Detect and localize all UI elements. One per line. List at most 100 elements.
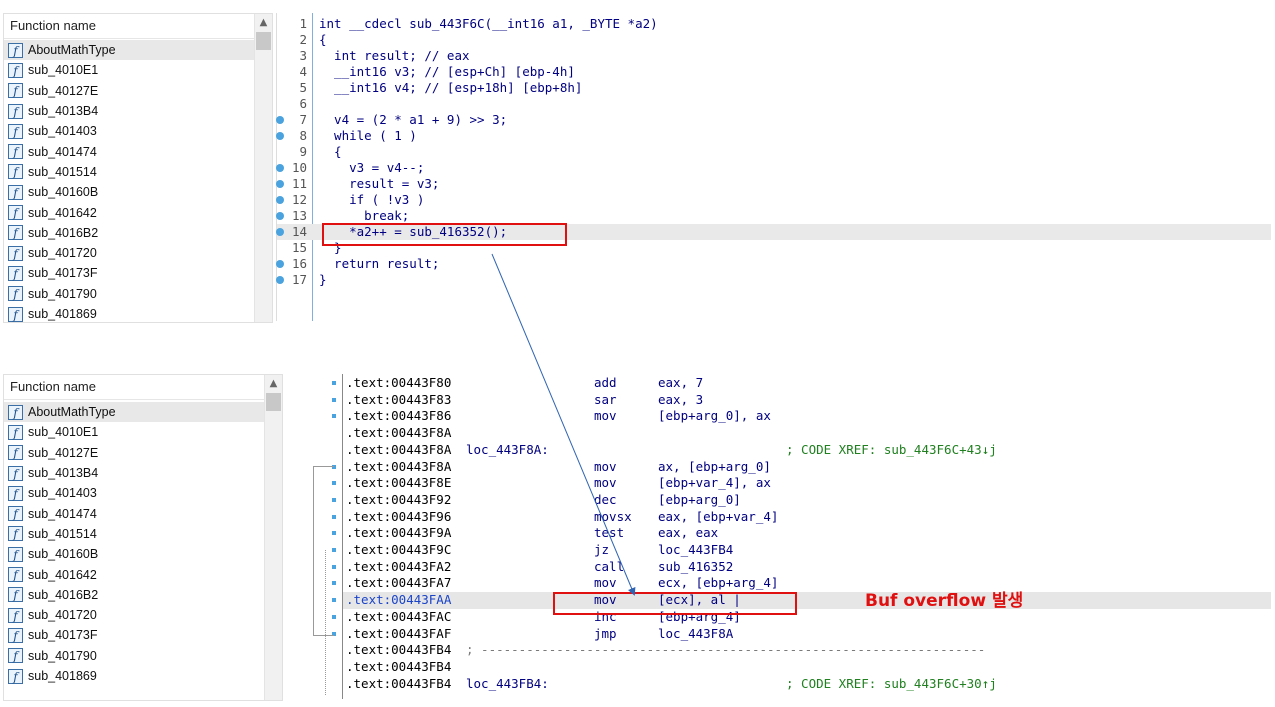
pseudocode-line[interactable]: 3 int result; // eax xyxy=(277,48,1271,64)
pseudocode-line[interactable]: 17} xyxy=(276,272,1271,288)
mnemonic: jz xyxy=(594,542,610,557)
pseudocode-line[interactable]: 10 v3 = v4--; xyxy=(276,160,1271,176)
function-label: sub_401790 xyxy=(28,648,97,663)
function-icon: f xyxy=(8,648,23,664)
disassembly-line[interactable]: .text:00443FAA mov [ecx], al | xyxy=(332,592,1271,609)
code-text: break; xyxy=(319,208,410,223)
address: .text:00443F8A xyxy=(346,458,452,474)
function-item[interactable]: f sub_40160B xyxy=(4,182,254,202)
function-icon: f xyxy=(8,567,23,583)
disassembly-line[interactable]: .text:00443F96 movsx eax, [ebp+var_4] xyxy=(332,509,1271,526)
line-number: 4 xyxy=(299,64,307,79)
function-item[interactable]: f sub_4016B2 xyxy=(4,585,264,605)
disassembly-line[interactable]: .text:00443FB4 ; ------------------------… xyxy=(343,642,1271,659)
function-name-header[interactable]: Function name xyxy=(4,14,272,39)
disassembly-line[interactable]: .text:00443FA7 mov ecx, [ebp+arg_4] xyxy=(332,575,1271,592)
function-item[interactable]: f sub_40160B xyxy=(4,544,264,564)
pseudocode-line[interactable]: 11 result = v3; xyxy=(276,176,1271,192)
disassembly-line[interactable]: .text:00443F86 mov [ebp+arg_0], ax xyxy=(332,408,1271,425)
function-item[interactable]: f AboutMathType xyxy=(4,40,254,61)
disassembly-line[interactable]: .text:00443F83 sar eax, 3 xyxy=(332,392,1271,409)
disassembly-line[interactable]: .text:00443F8A mov ax, [ebp+arg_0] xyxy=(332,458,1271,476)
function-label: sub_40173F xyxy=(28,266,98,281)
pseudocode-line[interactable]: 7 v4 = (2 * a1 + 9) >> 3; xyxy=(276,112,1271,128)
disassembly-line[interactable]: .text:00443F8A loc_443F8A: ; CODE XREF: su… xyxy=(343,442,1271,459)
function-item[interactable]: f sub_4010E1 xyxy=(4,60,254,80)
function-item[interactable]: f sub_4013B4 xyxy=(4,463,264,483)
function-icon: f xyxy=(8,424,23,440)
pseudocode-line[interactable]: 6 xyxy=(277,96,1271,112)
function-icon: f xyxy=(8,103,23,119)
function-item[interactable]: f sub_401790 xyxy=(4,646,264,666)
pseudocode-line[interactable]: 12 if ( !v3 ) xyxy=(276,192,1271,208)
scrollbar-thumb[interactable] xyxy=(266,393,281,411)
function-label: sub_401642 xyxy=(28,567,97,582)
function-item[interactable]: f sub_401869 xyxy=(4,304,254,322)
pseudocode-line[interactable]: 2{ xyxy=(277,32,1271,48)
disassembly-line[interactable]: .text:00443F9C jz loc_443FB4 xyxy=(332,542,1271,559)
function-icon: f xyxy=(8,286,23,302)
disassembly-line[interactable]: .text:00443F8E mov [ebp+var_4], ax xyxy=(332,475,1271,492)
pseudocode-line[interactable]: 5 __int16 v4; // [esp+18h] [ebp+8h] xyxy=(277,80,1271,96)
function-icon: f xyxy=(8,83,23,99)
disassembly-line[interactable]: .text:00443F92 dec [ebp+arg_0] xyxy=(332,492,1271,509)
function-label: sub_4013B4 xyxy=(28,104,99,119)
function-item[interactable]: f sub_40127E xyxy=(4,81,254,101)
scrollbar-thumb[interactable] xyxy=(256,32,271,50)
address: .text:00443F9A xyxy=(346,525,452,541)
function-label: sub_401514 xyxy=(28,164,97,179)
function-item[interactable]: f sub_40173F xyxy=(4,263,254,283)
function-item[interactable]: f sub_40127E xyxy=(4,443,264,463)
disassembly-line[interactable]: .text:00443F9A test eax, eax xyxy=(332,525,1271,542)
function-item[interactable]: f sub_40173F xyxy=(4,625,264,645)
function-icon: f xyxy=(8,526,23,542)
scroll-up-icon[interactable]: ▲ xyxy=(265,375,282,392)
function-icon: f xyxy=(8,587,23,603)
function-item[interactable]: f sub_401403 xyxy=(4,483,264,503)
scroll-up-icon[interactable]: ▲ xyxy=(255,14,272,31)
function-item[interactable]: f sub_4013B4 xyxy=(4,101,254,121)
disassembly-line[interactable]: .text:00443FA2 call sub_416352 xyxy=(332,558,1271,576)
mnemonic: call xyxy=(594,558,625,574)
pseudocode-line[interactable]: 13 break; xyxy=(276,208,1271,224)
disassembly-line[interactable]: .text:00443F80 add eax, 7 xyxy=(332,375,1271,392)
function-item[interactable]: f sub_401514 xyxy=(4,162,254,182)
function-item[interactable]: f sub_401720 xyxy=(4,605,264,625)
code-text: return result; xyxy=(319,256,440,271)
pseudocode-line[interactable]: 4 __int16 v3; // [esp+Ch] [ebp-4h] xyxy=(277,64,1271,80)
function-item[interactable]: f sub_401474 xyxy=(4,503,264,523)
function-list: f AboutMathType f sub_4010E1 f sub_40127E f sub… xyxy=(4,402,264,686)
disassembly-view[interactable]: .text:00443F80 add eax, 7 .text:00443F83 sar… xyxy=(332,374,1271,699)
address: .text:00443FA7 xyxy=(346,575,452,591)
function-item[interactable]: f sub_401720 xyxy=(4,243,254,263)
pseudocode-line[interactable]: 9 { xyxy=(277,144,1271,160)
function-item[interactable]: f sub_401642 xyxy=(4,202,254,222)
function-name-header[interactable]: Function name xyxy=(4,375,282,400)
line-marker-icon xyxy=(332,381,336,385)
disassembly-line[interactable]: .text:00443F8A xyxy=(343,425,1271,442)
line-number: 6 xyxy=(299,96,307,111)
function-item[interactable]: f sub_401403 xyxy=(4,121,254,141)
disassembly-line[interactable]: .text:00443FAF jmp loc_443F8A xyxy=(332,626,1271,643)
pseudocode-view[interactable]: 1 int __cdecl sub_443F6C(__int16 a1, _BYT… xyxy=(276,13,1271,321)
function-list-scrollbar[interactable]: ▲ xyxy=(254,14,272,322)
line-number: 9 xyxy=(299,144,307,159)
disassembly-line[interactable]: .text:00443FAC inc [ebp+arg_4] xyxy=(332,609,1271,626)
function-item[interactable]: f sub_401790 xyxy=(4,284,254,304)
function-item[interactable]: f sub_401474 xyxy=(4,141,254,161)
pseudocode-line[interactable]: 16 return result; xyxy=(276,256,1271,272)
pseudocode-line[interactable]: 8 while ( 1 ) xyxy=(276,128,1271,144)
function-item[interactable]: f sub_401514 xyxy=(4,524,264,544)
function-item[interactable]: f sub_4010E1 xyxy=(4,422,264,442)
function-item[interactable]: f sub_4016B2 xyxy=(4,223,254,243)
code-text: __int16 v3; // [esp+Ch] [ebp-4h] xyxy=(319,64,575,79)
function-item[interactable]: f sub_401869 xyxy=(4,666,264,686)
disassembly-line[interactable]: .text:00443FB4 loc_443FB4: ; CODE XREF: su… xyxy=(343,676,1271,693)
disassembly-line[interactable]: .text:00443FB4 xyxy=(343,659,1271,676)
functions-panel-bottom: Function name f AboutMathType f sub_4010E1 f… xyxy=(3,374,283,701)
address: .text:00443F8A xyxy=(346,425,452,441)
function-list-scrollbar[interactable]: ▲ xyxy=(264,375,282,700)
function-item[interactable]: f AboutMathType xyxy=(4,402,264,423)
function-item[interactable]: f sub_401642 xyxy=(4,564,264,584)
pseudocode-line[interactable]: 1 int __cdecl sub_443F6C(__int16 a1, _BYT… xyxy=(277,16,1271,32)
